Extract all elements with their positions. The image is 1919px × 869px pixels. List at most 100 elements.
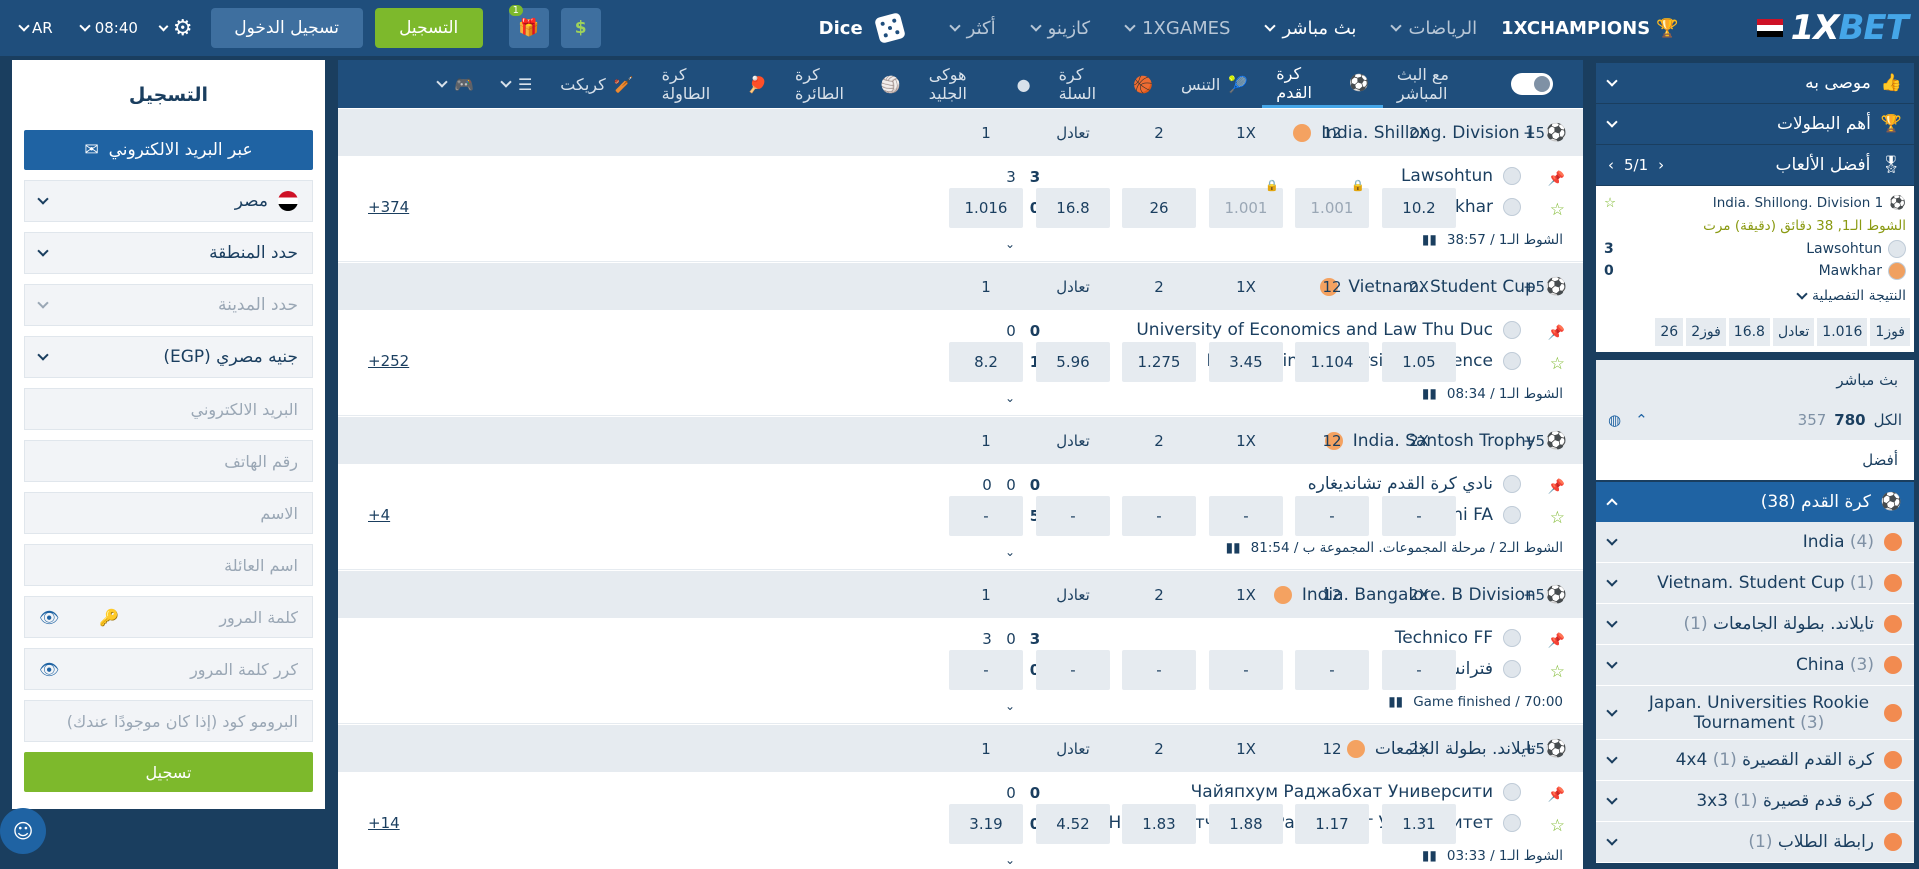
pin-icon[interactable]: 📌 <box>1548 633 1565 649</box>
odds-button[interactable]: 3.19 <box>949 804 1023 844</box>
match-row[interactable]: 📌 ☆ نادي كرة القدم تشانديغاره Delhi FA ▮… <box>338 464 1583 570</box>
odds-button[interactable]: - <box>1209 496 1283 536</box>
odds-button[interactable]: 1.001 <box>1209 179 1283 228</box>
promo-field[interactable] <box>39 711 298 731</box>
live-league-item[interactable]: Vietnam. Student Cup (1) <box>1596 563 1914 604</box>
chevron-down-icon[interactable]: ⌄ <box>1005 699 1015 713</box>
league-header[interactable]: India. Shillong. Division 1 ⚽ 1 تعادل 2 1X 12 2… <box>338 108 1583 156</box>
featured-game-card[interactable]: ⚽ India. Shillong. Division 1 ☆ الشوط الـ1… <box>1596 186 1914 316</box>
region-select[interactable]: حدد المنطقة <box>24 232 313 274</box>
odds-button[interactable]: - <box>1122 650 1196 690</box>
odds-button[interactable]: 4.52 <box>1036 804 1110 844</box>
match-row[interactable]: 📌 ☆ Lawsohtun Mawkhar ▮▮الشوط الـ1 / 38:… <box>338 156 1583 262</box>
odds-value[interactable]: 1.016 <box>1817 318 1868 346</box>
stats-icon[interactable]: ▮▮ <box>1422 848 1437 864</box>
match-row[interactable]: 📌 ☆ Technico FF فترانس دالي ▮▮Game finis… <box>338 618 1583 724</box>
eye-icon[interactable]: 👁 <box>39 660 59 679</box>
eye-icon[interactable]: 👁 <box>39 608 59 627</box>
tab-table-tennis[interactable]: كرة الطاولة 🏓 <box>648 60 781 108</box>
odds-button[interactable]: - <box>1382 496 1456 536</box>
odds-button[interactable]: 1.001 <box>1295 179 1369 228</box>
key-icon[interactable]: 🔑 <box>99 608 119 627</box>
live-league-item[interactable]: India (4) <box>1596 522 1914 563</box>
odds-button[interactable]: 1.17 <box>1295 804 1369 844</box>
favorite-star-icon[interactable]: ☆ <box>1550 662 1565 682</box>
submit-registration-button[interactable]: تسجيل <box>24 752 313 792</box>
odds-button[interactable]: 5.96 <box>1036 342 1110 382</box>
odds-button[interactable]: - <box>949 496 1023 536</box>
champions-link[interactable]: 1XCHAMPIONS 🏆 <box>1501 18 1679 39</box>
favorite-star-icon[interactable]: ☆ <box>1604 195 1616 211</box>
more-markets-link[interactable]: +14 <box>368 814 400 832</box>
tab-ice-hockey[interactable]: هوكى الجليد ● <box>915 60 1045 108</box>
more-markets-link[interactable]: +4 <box>368 506 390 524</box>
nav-live[interactable]: بث مباشر <box>1264 18 1356 39</box>
odds-button[interactable]: - <box>1036 650 1110 690</box>
login-button[interactable]: تسجيل الدخول <box>210 8 363 48</box>
odds-button[interactable]: 1.104 <box>1295 342 1369 382</box>
tab-tennis[interactable]: التنس 🎾 <box>1167 60 1262 108</box>
nav-casino[interactable]: كازينو <box>1029 18 1090 39</box>
favorite-star-icon[interactable]: ☆ <box>1550 816 1565 836</box>
clock-selector[interactable]: 08:40 <box>79 19 138 37</box>
pin-icon[interactable]: 📌 <box>1548 171 1565 187</box>
live-league-item[interactable]: كرة القدم القصيرة 4x4 (1) <box>1596 740 1914 781</box>
support-chat-button[interactable]: ☺ <box>0 808 46 854</box>
odds-button[interactable]: - <box>1209 650 1283 690</box>
stats-icon[interactable]: ▮▮ <box>1388 694 1403 710</box>
register-by-email-button[interactable]: عبر البريد الالكتروني ✉ <box>24 130 313 170</box>
live-league-item[interactable]: رابطة الطلاب (1) <box>1596 822 1914 863</box>
live-league-item[interactable]: China (3) <box>1596 645 1914 686</box>
match-row[interactable]: 📌 ☆ Чайяпхум Раджабхат Университи Накхон… <box>338 772 1583 869</box>
more-sports-tab[interactable]: 🎮 <box>338 60 488 108</box>
chevron-down-icon[interactable]: ⌄ <box>1005 237 1015 251</box>
odds-button[interactable]: 1.88 <box>1209 804 1283 844</box>
recommended-section[interactable]: 👍 موصى به <box>1596 63 1914 103</box>
dice-link[interactable]: Dice <box>819 12 906 44</box>
tab-football[interactable]: كرة القدم ⚽ <box>1262 60 1383 108</box>
more-markets-link[interactable]: +374 <box>368 198 409 216</box>
odds-button[interactable]: 1.31 <box>1382 804 1456 844</box>
odds-button[interactable]: 1.016 <box>949 188 1023 228</box>
pin-icon[interactable]: 📌 <box>1548 325 1565 341</box>
favorite-star-icon[interactable]: ☆ <box>1550 200 1565 220</box>
odds-button[interactable]: - <box>1382 650 1456 690</box>
odds-button[interactable]: - <box>1036 496 1110 536</box>
league-header[interactable]: India. Bangalore. B Division ⚽ 1 تعادل 2 1X 12… <box>338 570 1583 618</box>
collapse-icon[interactable]: ⌃ <box>1635 411 1648 429</box>
odds-value[interactable]: 26 <box>1655 318 1684 346</box>
odds-button[interactable]: 16.8 <box>1036 188 1110 228</box>
email-field[interactable] <box>39 399 298 419</box>
nav-sports[interactable]: الرياضات <box>1390 18 1477 39</box>
odds-button[interactable]: - <box>1295 496 1369 536</box>
stats-icon[interactable]: ▮▮ <box>1422 232 1437 248</box>
favorite-star-icon[interactable]: ☆ <box>1550 354 1565 374</box>
league-header[interactable]: India. Santosh Trophy ⚽ 1 تعادل 2 1X 12 2X +5 <box>338 416 1583 464</box>
phone-field[interactable] <box>39 451 298 471</box>
prev-arrow-icon[interactable]: ‹ <box>1658 156 1664 174</box>
nav-more[interactable]: أكثر <box>948 18 996 39</box>
chevron-down-icon[interactable]: ⌄ <box>1005 853 1015 867</box>
live-stream-toggle[interactable] <box>1511 73 1553 95</box>
league-header[interactable]: تايلاند. بطولة الجامعات ⚽ 1 تعادل 2 1X 12 2X +5 <box>338 724 1583 772</box>
odds-value[interactable]: 16.8 <box>1728 318 1770 346</box>
gift-button[interactable]: 1 🎁 <box>508 5 549 48</box>
currency-select[interactable]: جنيه مصري (EGP) <box>24 336 313 378</box>
live-league-item[interactable]: Japan. Universities Rookie Tournament (3… <box>1596 686 1914 740</box>
tab-basketball[interactable]: كرة السلة 🏀 <box>1045 60 1167 108</box>
stats-icon[interactable]: ▮▮ <box>1226 540 1241 556</box>
settings-button[interactable]: ⚙ <box>158 16 193 41</box>
odds-button[interactable]: 26 <box>1122 188 1196 228</box>
register-button[interactable]: التسجيل <box>374 8 483 48</box>
football-section-header[interactable]: ⚽ كرة القدم (38) <box>1596 482 1914 522</box>
best-filter[interactable]: أفضل <box>1596 440 1914 480</box>
odds-button[interactable]: 10.2 <box>1382 188 1456 228</box>
odds-button[interactable]: 1.275 <box>1122 342 1196 382</box>
deposit-button[interactable]: $ <box>560 8 601 48</box>
top-leagues-section[interactable]: 🏆 أهم البطولات <box>1596 104 1914 144</box>
chevron-down-icon[interactable]: ⌄ <box>1005 391 1015 405</box>
name-field[interactable] <box>39 503 298 523</box>
password-field[interactable] <box>119 607 298 627</box>
password-confirm-field[interactable] <box>59 659 298 679</box>
odds-button[interactable]: 1.05 <box>1382 342 1456 382</box>
